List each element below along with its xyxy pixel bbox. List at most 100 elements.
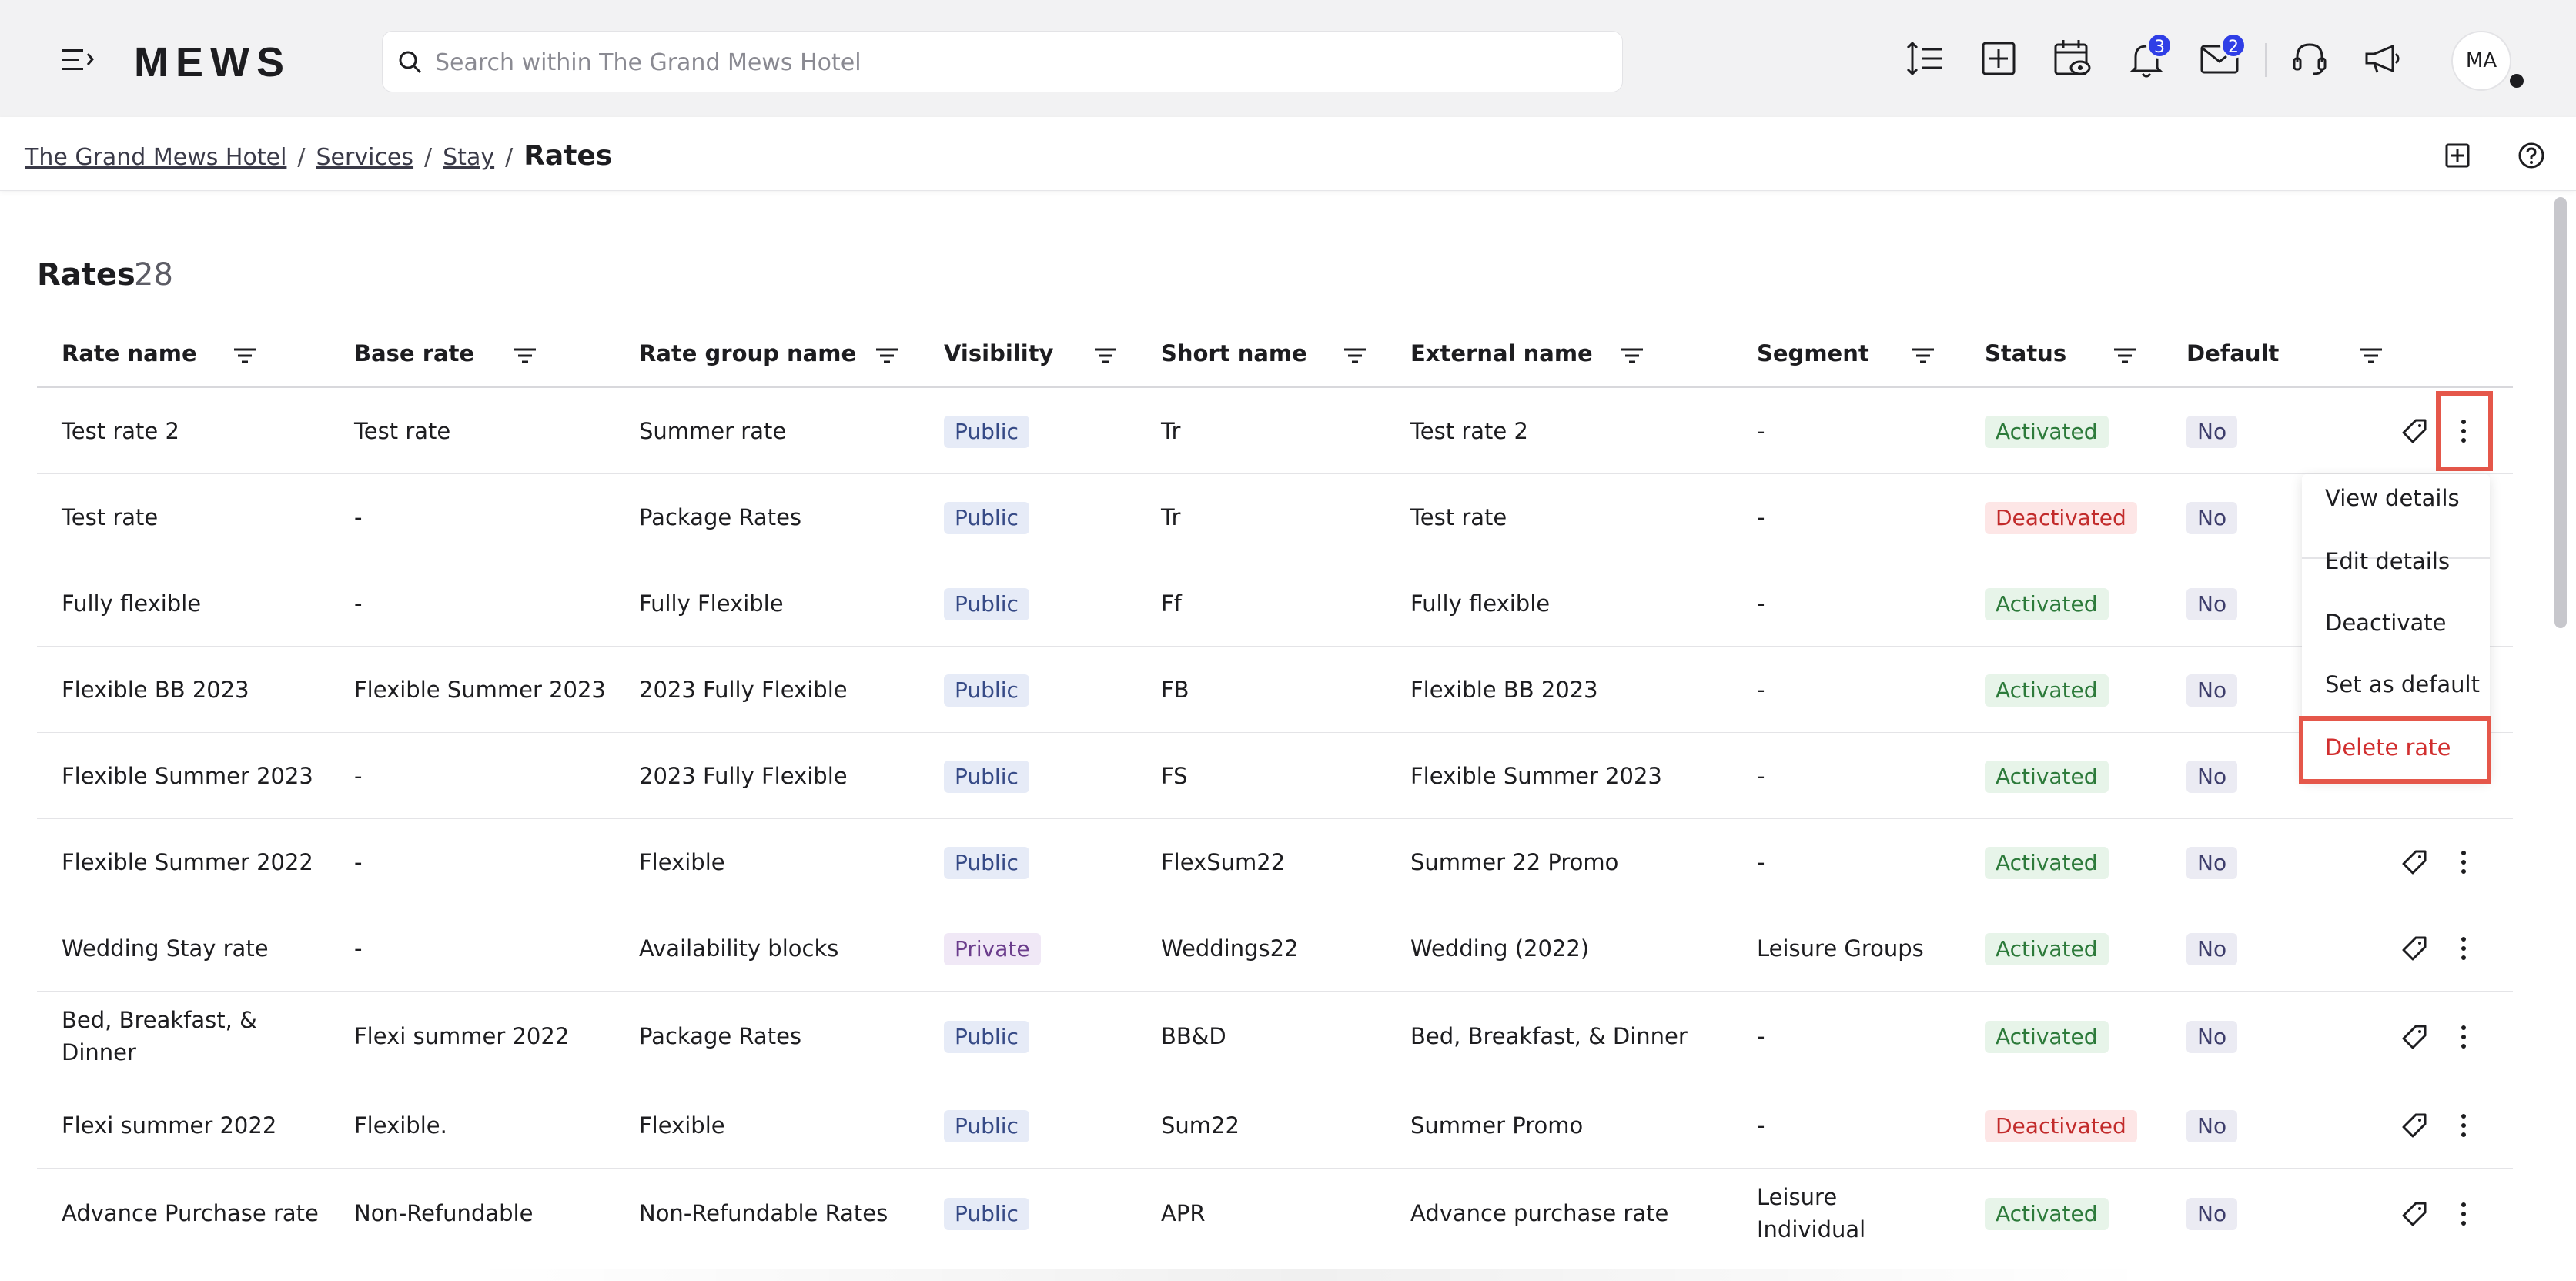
short-name: FS: [1161, 763, 1188, 789]
rate-name[interactable]: Fully flexible: [62, 587, 201, 620]
more-options-icon[interactable]: [2450, 935, 2477, 962]
search-bar[interactable]: [382, 31, 1623, 92]
menu-view-details[interactable]: View details: [2325, 485, 2460, 511]
column-header[interactable]: Base rate: [354, 340, 474, 366]
column-header[interactable]: Rate group name: [639, 340, 856, 366]
line-height-icon[interactable]: [1903, 37, 1946, 80]
more-options-icon[interactable]: [2450, 1023, 2477, 1051]
filter-icon[interactable]: [2357, 342, 2385, 370]
table-row[interactable]: Advance Purchase rate Non-Refundable Non…: [37, 1169, 2513, 1259]
breadcrumb-stay[interactable]: Stay: [443, 144, 494, 171]
table-row[interactable]: Wedding Stay rate - Availability blocks …: [37, 905, 2513, 992]
rate-name[interactable]: Flexible Summer 2023: [62, 760, 313, 792]
rates-count: 28: [134, 257, 173, 293]
menu-icon[interactable]: [60, 43, 95, 77]
tag-icon[interactable]: [2400, 417, 2428, 445]
more-options-icon[interactable]: [2450, 1112, 2477, 1139]
column-header[interactable]: Short name: [1161, 340, 1307, 366]
table-row[interactable]: Bed, Breakfast, & Dinner Flexi summer 20…: [37, 992, 2513, 1082]
table-row[interactable]: Flexi summer 2022 Flexible. Flexible Pub…: [37, 1082, 2513, 1169]
default-badge: No: [2186, 416, 2238, 448]
default-badge: No: [2186, 674, 2238, 707]
more-options-icon[interactable]: [2450, 848, 2477, 876]
external-name: Advance purchase rate: [1410, 1200, 1669, 1226]
scrollbar[interactable]: [2554, 197, 2567, 628]
rate-name[interactable]: Flexi summer 2022: [62, 1109, 276, 1142]
top-bar: MEWS 3 2: [0, 0, 2576, 117]
rate-group: 2023 Fully Flexible: [639, 677, 848, 703]
external-name: Test rate 2: [1410, 418, 1528, 444]
filter-icon[interactable]: [873, 342, 901, 370]
mews-logo[interactable]: MEWS: [134, 38, 291, 86]
breadcrumb-hotel[interactable]: The Grand Mews Hotel: [25, 144, 286, 171]
rate-name[interactable]: Flexible Summer 2022: [62, 846, 313, 878]
base-rate: Test rate: [354, 418, 451, 444]
rate-name[interactable]: Flexible BB 2023: [62, 674, 249, 706]
menu-edit-details[interactable]: Edit details: [2325, 548, 2450, 574]
tag-icon[interactable]: [2400, 1023, 2428, 1051]
visibility-badge: Public: [944, 761, 1029, 793]
filter-icon[interactable]: [1909, 342, 1937, 370]
table-row[interactable]: Flexible Summer 2023 - 2023 Fully Flexib…: [37, 733, 2513, 819]
external-name: Test rate: [1410, 504, 1507, 530]
external-name: Summer 22 Promo: [1410, 849, 1619, 875]
base-rate: -: [354, 504, 363, 530]
filter-icon[interactable]: [511, 342, 539, 370]
column-header[interactable]: Rate name: [62, 340, 197, 366]
more-options-icon[interactable]: [2450, 1200, 2477, 1228]
support-headset-icon[interactable]: [2288, 37, 2331, 80]
short-name: Tr: [1161, 504, 1181, 530]
visibility-badge: Public: [944, 1021, 1029, 1053]
base-rate: -: [354, 935, 363, 962]
calendar-view-icon[interactable]: [2051, 37, 2094, 80]
column-header[interactable]: Visibility: [944, 340, 1053, 366]
rate-name[interactable]: Bed, Breakfast, & Dinner: [62, 1004, 293, 1069]
rate-name[interactable]: Advance Purchase rate: [62, 1197, 319, 1229]
table-row[interactable]: Fully flexible - Fully Flexible Public F…: [37, 560, 2513, 647]
filter-icon[interactable]: [231, 342, 259, 370]
external-name: Wedding (2022): [1410, 935, 1590, 962]
menu-set-default[interactable]: Set as default: [2325, 671, 2480, 697]
megaphone-icon[interactable]: [2362, 37, 2405, 80]
avatar[interactable]: MA: [2451, 31, 2511, 91]
add-square-icon[interactable]: [1977, 37, 2020, 80]
visibility-badge: Private: [944, 933, 1041, 965]
help-icon[interactable]: [2516, 140, 2547, 171]
status-badge: Activated: [1985, 1198, 2109, 1230]
table-row[interactable]: Test rate 2 Test rate Summer rate Public…: [37, 388, 2513, 474]
base-rate: -: [354, 849, 363, 875]
filter-icon[interactable]: [1341, 342, 1369, 370]
add-rate-icon[interactable]: [2442, 140, 2473, 171]
default-badge: No: [2186, 502, 2238, 534]
table-row[interactable]: Flexible BB 2023 Flexible Summer 2023 20…: [37, 647, 2513, 733]
table-row[interactable]: Flexible Summer 2022 - Flexible Public F…: [37, 819, 2513, 905]
filter-icon[interactable]: [2111, 342, 2139, 370]
tag-icon[interactable]: [2400, 1200, 2428, 1228]
search-input[interactable]: [435, 42, 1590, 82]
tag-icon[interactable]: [2400, 935, 2428, 962]
column-header[interactable]: Default: [2186, 340, 2279, 366]
rate-group: Fully Flexible: [639, 590, 784, 617]
rate-group: Package Rates: [639, 1023, 802, 1049]
status-badge: Activated: [1985, 847, 2109, 879]
rate-name[interactable]: Wedding Stay rate: [62, 932, 269, 965]
column-header[interactable]: Segment: [1757, 340, 1869, 366]
column-header[interactable]: External name: [1410, 340, 1593, 366]
breadcrumb-separator: /: [505, 144, 514, 171]
column-header[interactable]: Status: [1985, 340, 2066, 366]
segment: -: [1757, 590, 1765, 617]
table-row[interactable]: Test rate - Package Rates Public Tr Test…: [37, 474, 2513, 560]
tag-icon[interactable]: [2400, 848, 2428, 876]
breadcrumb-current: Rates: [524, 140, 613, 172]
menu-deactivate[interactable]: Deactivate: [2325, 610, 2446, 636]
rate-name[interactable]: Test rate: [62, 501, 158, 533]
visibility-badge: Public: [944, 1110, 1029, 1142]
visibility-badge: Public: [944, 847, 1029, 879]
filter-icon[interactable]: [1618, 342, 1646, 370]
tag-icon[interactable]: [2400, 1112, 2428, 1139]
rate-name[interactable]: Test rate 2: [62, 415, 179, 447]
segment: -: [1757, 1023, 1765, 1049]
breadcrumb-services[interactable]: Services: [316, 144, 414, 171]
filter-icon[interactable]: [1092, 342, 1119, 370]
short-name: Weddings22: [1161, 935, 1299, 962]
